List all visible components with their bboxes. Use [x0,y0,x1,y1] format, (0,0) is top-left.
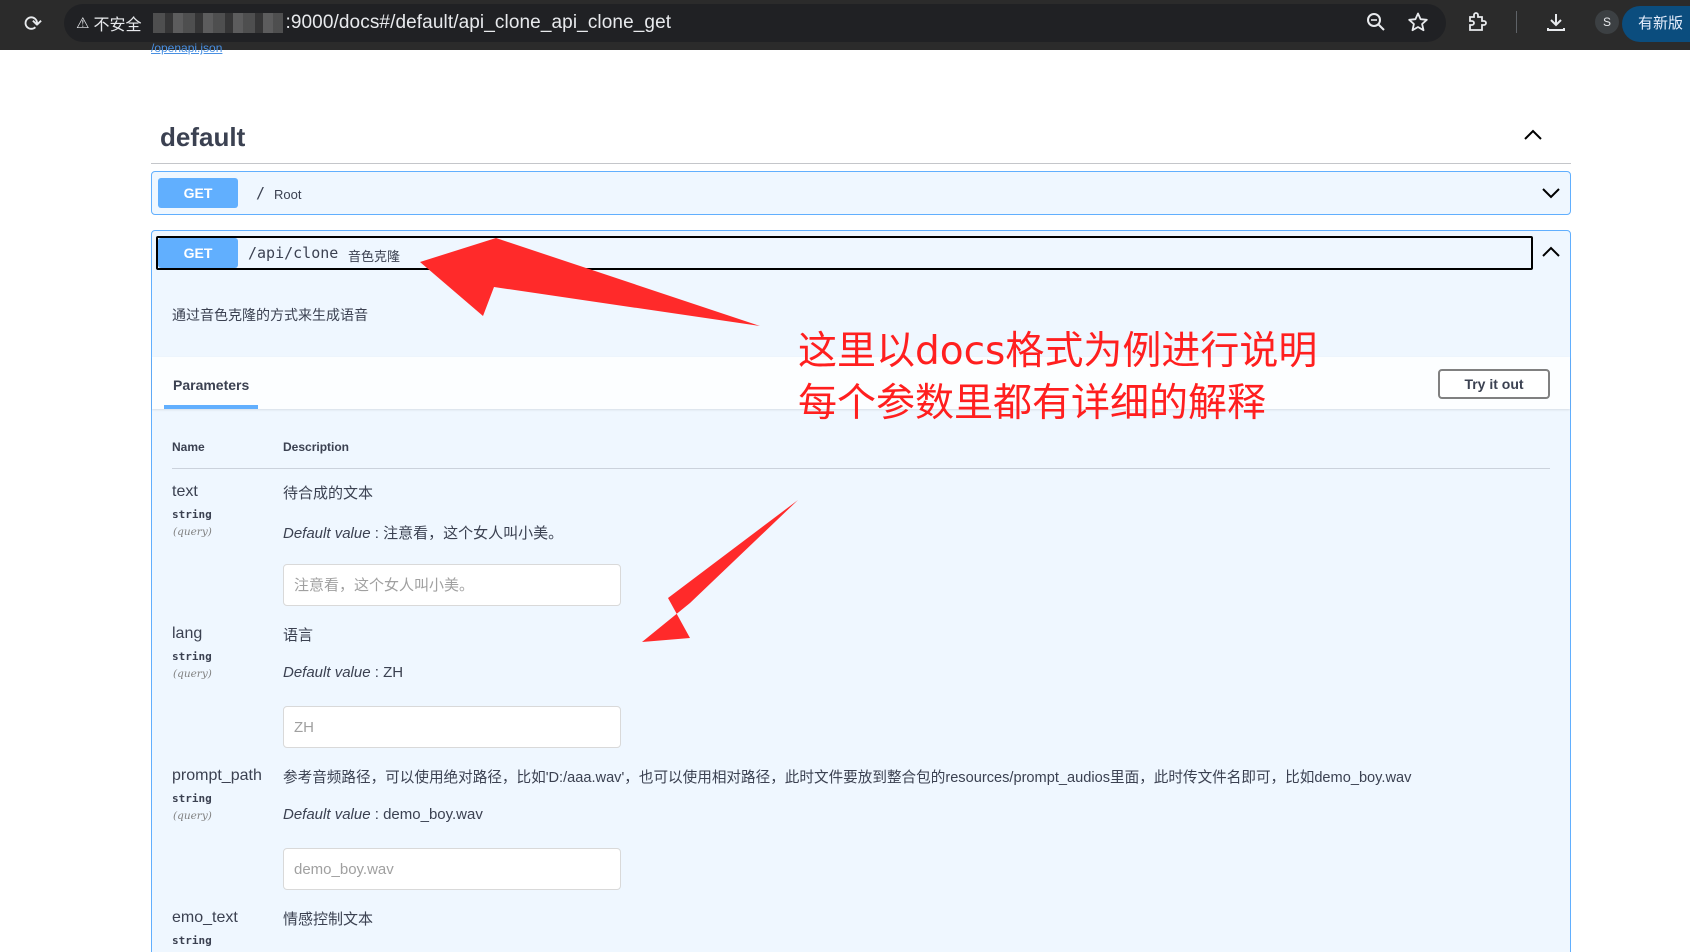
section-divider [151,163,1571,164]
openapi-json-link[interactable]: /openapi.json [151,41,222,55]
extensions-icon[interactable] [1466,11,1488,33]
param-name: emo_text [172,909,238,926]
redacted-host [153,13,284,33]
param-default: Default value : 注意看，这个女人叫小美。 [283,525,564,542]
param-location: (query) [173,526,212,538]
column-header-description: Description [283,440,350,454]
param-type: string [172,508,212,521]
param-type: string [172,934,212,947]
tab-active-indicator [164,405,258,409]
param-description: 语言 [283,627,314,644]
param-location: (query) [173,810,212,822]
annotation-line-2: 每个参数里都有详细的解释 [798,381,1267,426]
default-value: demo_boy.wav [383,806,483,823]
param-type: string [172,792,212,805]
operation-header[interactable]: GET /api/clone 音色克隆 [156,236,1533,270]
operation-description: 通过音色克隆的方式来生成语音 [172,307,368,323]
default-label: Default value [283,664,371,681]
column-header-name: Name [172,440,205,454]
operation-path: /api/clone [248,244,339,262]
default-value: 注意看，这个女人叫小美。 [383,525,564,542]
default-value: ZH [383,664,404,681]
toolbar-separator [1516,11,1517,33]
annotation-text: 这里以docs格式为例进行说明 每个参数里都有详细的解释 [798,326,1317,430]
try-it-out-button[interactable]: Try it out [1438,369,1550,399]
reload-icon[interactable]: ⟳ [20,11,46,37]
param-location: (query) [173,668,212,680]
method-badge: GET [158,238,238,268]
default-label: Default value [283,806,371,823]
param-default: Default value : ZH [283,664,404,681]
section-title[interactable]: default [160,122,245,153]
operation-summary: Root [274,187,302,202]
param-name: text [172,483,198,500]
operation-root[interactable]: GET / Root [151,171,1571,215]
table-header-divider [172,468,1550,469]
param-name: prompt_path [172,767,262,784]
warning-icon: ⚠ [76,15,90,32]
param-type: string [172,650,212,663]
download-icon[interactable] [1545,11,1567,33]
param-description: 参考音频路径，可以使用绝对路径，比如'D:/aaa.wav'，也可以使用相对路径… [283,770,1412,786]
browser-toolbar: ⟳ ⚠ 不安全 :9000/docs#/default/api_clone_ap… [0,0,1690,50]
default-label: Default value [283,525,371,542]
param-input-prompt-path[interactable] [283,848,621,890]
security-label: 不安全 [93,17,142,34]
param-description: 情感控制文本 [283,911,374,928]
chevron-down-icon[interactable] [1540,182,1562,204]
param-name: lang [172,625,203,642]
param-input-text[interactable] [283,564,621,606]
annotation-line-1: 这里以docs格式为例进行说明 [798,329,1318,374]
url-text: :9000/docs#/default/api_clone_api_clone_… [285,12,672,33]
tab-parameters[interactable]: Parameters [173,377,249,393]
zoom-icon[interactable] [1366,12,1386,32]
address-bar[interactable]: ⚠ 不安全 :9000/docs#/default/api_clone_api_… [64,4,1446,42]
chevron-up-icon[interactable] [1540,241,1562,263]
chevron-up-icon[interactable] [1522,124,1544,146]
update-button[interactable]: 有新版 [1622,6,1690,42]
operation-summary: 音色克隆 [348,249,401,264]
param-input-lang[interactable] [283,706,621,748]
security-indicator[interactable]: ⚠ 不安全 [76,11,141,35]
bookmark-star-icon[interactable] [1408,12,1428,32]
operation-path: / [256,184,266,202]
param-description: 待合成的文本 [283,485,374,502]
method-badge: GET [158,178,238,208]
param-default: Default value : demo_boy.wav [283,806,483,823]
profile-avatar[interactable]: S [1595,10,1619,34]
